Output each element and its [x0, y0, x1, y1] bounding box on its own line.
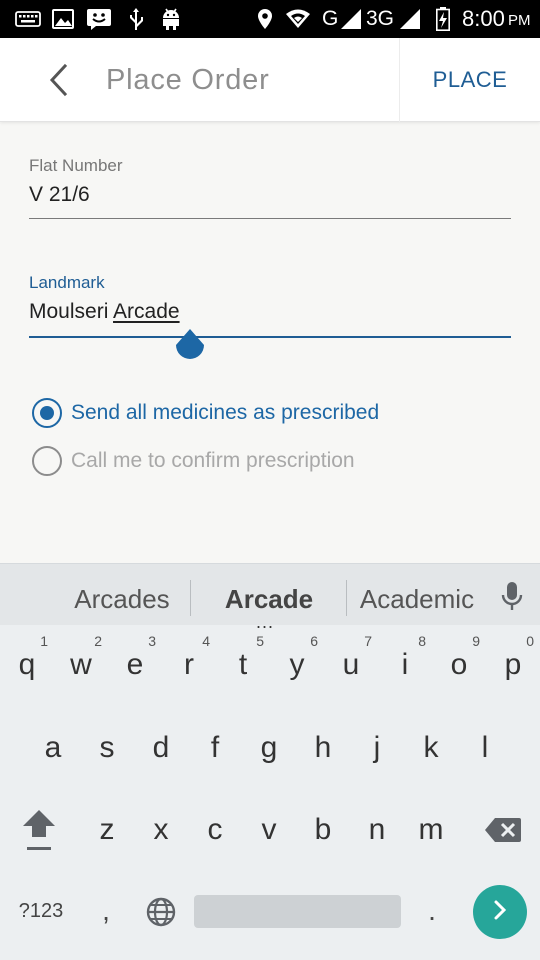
status-time: 8:00 — [462, 6, 505, 31]
chevron-right-icon — [492, 899, 508, 926]
flat-number-value[interactable]: V 21/6 — [29, 183, 90, 207]
landmark-value-text: Moulseri — [29, 300, 114, 323]
key-w[interactable]: 2w — [54, 633, 108, 697]
radio-label: Send all medicines as prescribed — [71, 401, 380, 424]
key-a[interactable]: a — [26, 716, 80, 780]
comma-key[interactable]: , — [88, 885, 124, 937]
key-i[interactable]: 8i — [378, 633, 432, 697]
symbols-key[interactable]: ?123 — [10, 888, 72, 934]
key-k[interactable]: k — [404, 716, 458, 780]
radio-button-unselected[interactable] — [32, 446, 62, 476]
globe-icon[interactable] — [140, 891, 182, 933]
landmark-input[interactable]: Moulseri Arcade — [29, 300, 180, 324]
key-b[interactable]: b — [296, 798, 350, 862]
emoji-icon — [86, 0, 112, 38]
key-m[interactable]: m — [404, 798, 458, 862]
landmark-underline — [29, 336, 511, 338]
android-icon — [159, 0, 183, 38]
period-key[interactable]: . — [414, 885, 450, 937]
key-o[interactable]: 9o — [432, 633, 486, 697]
key-u[interactable]: 7u — [324, 633, 378, 697]
location-icon — [255, 0, 275, 38]
landmark-label: Landmark — [29, 273, 105, 292]
key-n[interactable]: n — [350, 798, 404, 862]
key-y[interactable]: 6y — [270, 633, 324, 697]
app-bar: Place Order PLACE — [0, 38, 540, 122]
text-cursor-handle[interactable] — [174, 327, 206, 363]
network-type-label: G — [322, 7, 339, 30]
key-f[interactable]: f — [188, 716, 242, 780]
flat-number-underline — [29, 218, 511, 219]
key-g[interactable]: g — [242, 716, 296, 780]
signal-icon — [398, 0, 422, 38]
status-ampm: PM — [508, 12, 531, 29]
usb-icon — [125, 0, 147, 38]
radio-call-to-confirm[interactable]: Call me to confirm prescription — [32, 441, 355, 481]
key-t[interactable]: 5t — [216, 633, 270, 697]
key-e[interactable]: 3e — [108, 633, 162, 697]
key-d[interactable]: d — [134, 716, 188, 780]
microphone-icon[interactable] — [494, 576, 530, 616]
back-button[interactable] — [36, 60, 80, 104]
suggestion-divider — [190, 580, 191, 616]
keyboard-icon — [14, 0, 42, 38]
key-r[interactable]: 4r — [162, 633, 216, 697]
suggestion-divider — [346, 580, 347, 616]
wifi-icon — [284, 0, 312, 38]
space-bar[interactable] — [194, 895, 401, 928]
suggestion-strip: Arcades Arcade Academic ... — [0, 563, 540, 632]
place-order-button[interactable]: PLACE — [400, 38, 540, 122]
key-s[interactable]: s — [80, 716, 134, 780]
image-icon — [51, 0, 75, 38]
radio-button-selected[interactable] — [32, 398, 62, 428]
status-bar: G 3G 8:00 PM — [0, 0, 540, 38]
key-h[interactable]: h — [296, 716, 350, 780]
suggestion-left[interactable]: Arcades — [46, 564, 198, 626]
chevron-left-icon — [47, 63, 69, 102]
radio-send-all-medicines[interactable]: Send all medicines as prescribed — [32, 393, 379, 433]
page-title: Place Order — [106, 64, 270, 96]
key-p[interactable]: 0p — [486, 633, 540, 697]
soft-keyboard: Arcades Arcade Academic ... 1q 2w 3e 4r … — [0, 563, 540, 960]
suggestion-right[interactable]: Academic — [348, 564, 486, 626]
key-x[interactable]: x — [134, 798, 188, 862]
battery-charging-icon — [434, 0, 452, 38]
signal-icon — [339, 0, 363, 38]
flat-number-label: Flat Number — [29, 156, 123, 175]
key-v[interactable]: v — [242, 798, 296, 862]
key-l[interactable]: l — [458, 716, 512, 780]
enter-button[interactable] — [473, 885, 527, 939]
key-z[interactable]: z — [80, 798, 134, 862]
key-c[interactable]: c — [188, 798, 242, 862]
key-q[interactable]: 1q — [0, 633, 54, 697]
landmark-composing-text: Arcade — [113, 300, 180, 323]
backspace-icon[interactable] — [476, 798, 530, 862]
network-3g-label: 3G — [366, 7, 395, 30]
more-suggestions-indicator[interactable]: ... — [256, 612, 274, 633]
key-j[interactable]: j — [350, 716, 404, 780]
radio-label: Call me to confirm prescription — [71, 449, 355, 472]
shift-icon[interactable] — [12, 798, 66, 862]
